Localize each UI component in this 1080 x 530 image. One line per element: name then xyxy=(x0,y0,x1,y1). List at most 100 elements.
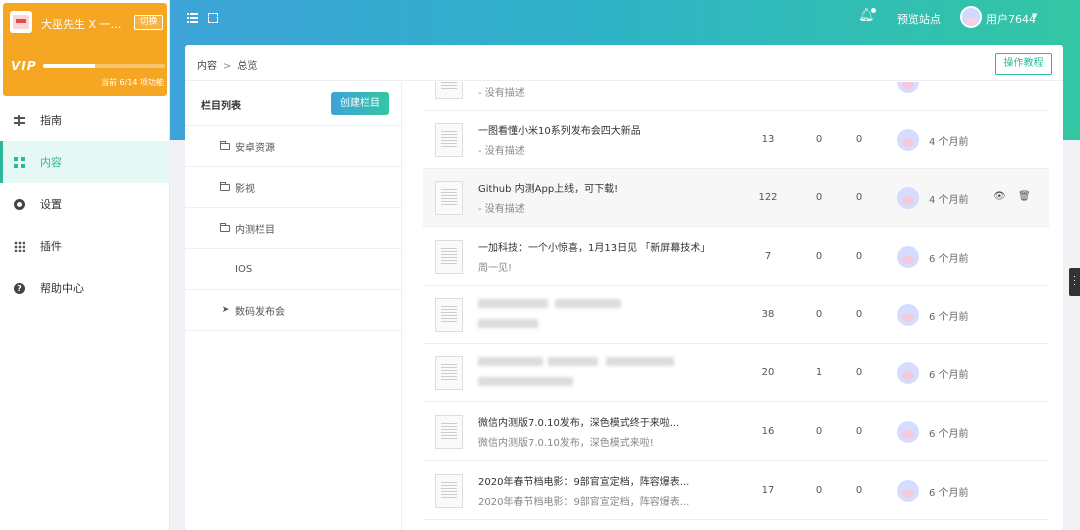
article-title[interactable]: Github 内测App上线，可下载! xyxy=(478,180,728,195)
views-count: 20 xyxy=(761,367,775,378)
article-title[interactable]: 一加科技：一个小惊喜，1月13日见 「新屏幕技术」 xyxy=(478,239,728,254)
breadcrumb-separator: > xyxy=(223,61,232,72)
like-count: 0 xyxy=(855,192,863,203)
column-item-launch-event[interactable]: ➤ 数码发布会 xyxy=(185,290,401,331)
apps-icon xyxy=(14,240,25,252)
table-row[interactable]: 20 1 0 6 个月前 xyxy=(423,344,1049,402)
article-desc: - 没有描述 xyxy=(478,146,525,157)
comment-count: 0 xyxy=(815,485,823,496)
column-item-video[interactable]: 影视 xyxy=(185,167,401,208)
article-thumbnail xyxy=(435,474,463,508)
comment-count: 0 xyxy=(815,192,823,203)
fullscreen-icon[interactable] xyxy=(208,13,218,23)
publish-time: 4 个月前 xyxy=(929,195,969,206)
article-list: - 没有描述 一图看懂小米10系列发布会四大新品 - 没有描述 13 0 0 4… xyxy=(423,82,1049,530)
column-list-title: 栏目列表 xyxy=(201,101,241,112)
comment-count: 0 xyxy=(815,251,823,262)
column-item-ios[interactable]: IOS xyxy=(185,249,401,290)
article-thumbnail xyxy=(435,415,463,449)
article-thumbnail xyxy=(435,298,463,332)
avatar[interactable] xyxy=(960,6,982,28)
column-item-android[interactable]: 安卓资源 xyxy=(185,126,401,167)
article-thumbnail xyxy=(435,240,463,274)
guide-icon xyxy=(14,114,25,126)
chevron-down-icon[interactable]: ▼ xyxy=(1032,12,1037,20)
publish-time: 4 个月前 xyxy=(929,137,969,148)
panel-header: 内容 > 总览 操作教程 xyxy=(185,45,1063,81)
comment-count: 0 xyxy=(815,426,823,437)
table-row[interactable]: 一图看懂小米10系列发布会四大新品 - 没有描述 13 0 0 4 个月前 xyxy=(423,111,1049,169)
vip-progress-text: 当前 6/14 项功能 xyxy=(101,78,165,87)
sidebar-item-content[interactable]: 内容 xyxy=(0,141,170,183)
publish-time: 6 个月前 xyxy=(929,370,969,381)
switch-site-button[interactable]: 切换 xyxy=(134,15,163,30)
sidebar-item-help[interactable]: 帮助中心 xyxy=(0,267,170,309)
article-desc: - 没有描述 xyxy=(478,204,525,215)
column-item-label: 安卓资源 xyxy=(235,142,275,154)
publish-time: 6 个月前 xyxy=(929,488,969,499)
blurred-desc xyxy=(478,377,573,386)
avatar xyxy=(897,129,919,151)
article-desc: - 没有描述 xyxy=(478,88,525,99)
like-count: 0 xyxy=(855,251,863,262)
sidebar-item-plugins[interactable]: 插件 xyxy=(0,225,170,267)
tutorial-button[interactable]: 操作教程 xyxy=(995,53,1052,75)
table-row[interactable]: 一加科技：一个小惊喜，1月13日见 「新屏幕技术」 周一见! 7 0 0 6 个… xyxy=(423,228,1049,286)
table-row[interactable]: Github 内测App上线，可下载! - 没有描述 122 0 0 4 个月前… xyxy=(423,169,1049,227)
sidebar-item-label: 帮助中心 xyxy=(40,282,84,295)
article-title[interactable]: 一图看懂小米10系列发布会四大新品 xyxy=(478,122,728,137)
column-item-beta[interactable]: 内测栏目 xyxy=(185,208,401,249)
like-count: 0 xyxy=(855,367,863,378)
side-drawer-handle[interactable] xyxy=(1069,268,1080,296)
comment-count: 0 xyxy=(815,309,823,320)
column-pane-header: 栏目列表 创建栏目 xyxy=(185,82,401,126)
avatar xyxy=(897,421,919,443)
blurred-title xyxy=(548,357,598,366)
article-title[interactable]: 2020年春节档电影：9部官宣定档，阵容爆表... xyxy=(478,473,728,488)
brand-card: 大巫先生 X 一枚... 切换 VIP 当前 6/14 项功能 xyxy=(3,3,167,96)
article-desc: 微信内测版7.0.10发布，深色模式来啦! xyxy=(478,438,654,449)
sidebar-item-label: 指南 xyxy=(40,114,62,127)
avatar xyxy=(897,362,919,384)
table-row[interactable]: - 没有描述 xyxy=(423,82,1049,111)
article-desc: 2020年春节档电影：9部官宣定档，阵容爆表... xyxy=(478,497,690,508)
vip-progress-bar xyxy=(43,64,165,68)
blurred-title xyxy=(606,357,674,366)
comment-count: 1 xyxy=(815,367,823,378)
preview-site-link[interactable]: 预览站点 xyxy=(897,11,941,27)
folder-icon xyxy=(220,181,230,191)
table-row[interactable]: 微信内测版7.0.10发布，深色模式终于来啦... 微信内测版7.0.10发布，… xyxy=(423,403,1049,461)
trash-icon[interactable]: 🗑︎ xyxy=(1018,191,1031,202)
sidebar: 大巫先生 X 一枚... 切换 VIP 当前 6/14 项功能 指南 内容 设置… xyxy=(0,0,170,530)
avatar xyxy=(897,304,919,326)
views-count: 17 xyxy=(761,485,775,496)
create-column-button[interactable]: 创建栏目 xyxy=(331,92,389,115)
publish-time: 6 个月前 xyxy=(929,254,969,265)
sidebar-item-settings[interactable]: 设置 xyxy=(0,183,170,225)
article-thumbnail xyxy=(435,181,463,215)
like-count: 0 xyxy=(855,485,863,496)
sidebar-item-label: 设置 xyxy=(40,198,62,211)
table-row[interactable]: 2020年春节档电影：9部官宣定档，阵容爆表... 2020年春节档电影：9部官… xyxy=(423,462,1049,520)
breadcrumb: 内容 > 总览 xyxy=(197,57,257,72)
table-row[interactable]: 38 0 0 6 个月前 xyxy=(423,286,1049,344)
content-panel: 内容 > 总览 操作教程 栏目列表 创建栏目 安卓资源 影视 内测栏目 IOS ➤ … xyxy=(185,45,1063,530)
sidebar-item-guide[interactable]: 指南 xyxy=(0,99,170,141)
vip-badge: VIP xyxy=(11,59,37,73)
username[interactable]: 用户7644 xyxy=(986,11,1036,27)
folder-icon xyxy=(220,222,230,232)
article-title[interactable]: 微信内测版7.0.10发布，深色模式终于来啦... xyxy=(478,414,728,429)
column-item-label: IOS xyxy=(235,263,253,275)
column-item-label: 数码发布会 xyxy=(235,306,285,318)
eye-icon[interactable]: 👁︎ xyxy=(993,191,1006,202)
like-count: 0 xyxy=(855,426,863,437)
menu-toggle-icon[interactable] xyxy=(187,12,198,23)
like-count: 0 xyxy=(855,134,863,145)
bell-icon[interactable]: 🔔︎ xyxy=(858,9,875,22)
blurred-title xyxy=(478,357,543,366)
avatar xyxy=(897,246,919,268)
notification-dot xyxy=(871,8,876,13)
article-thumbnail xyxy=(435,82,463,99)
vip-progress-fill xyxy=(43,64,96,68)
breadcrumb-root[interactable]: 内容 xyxy=(197,61,217,72)
